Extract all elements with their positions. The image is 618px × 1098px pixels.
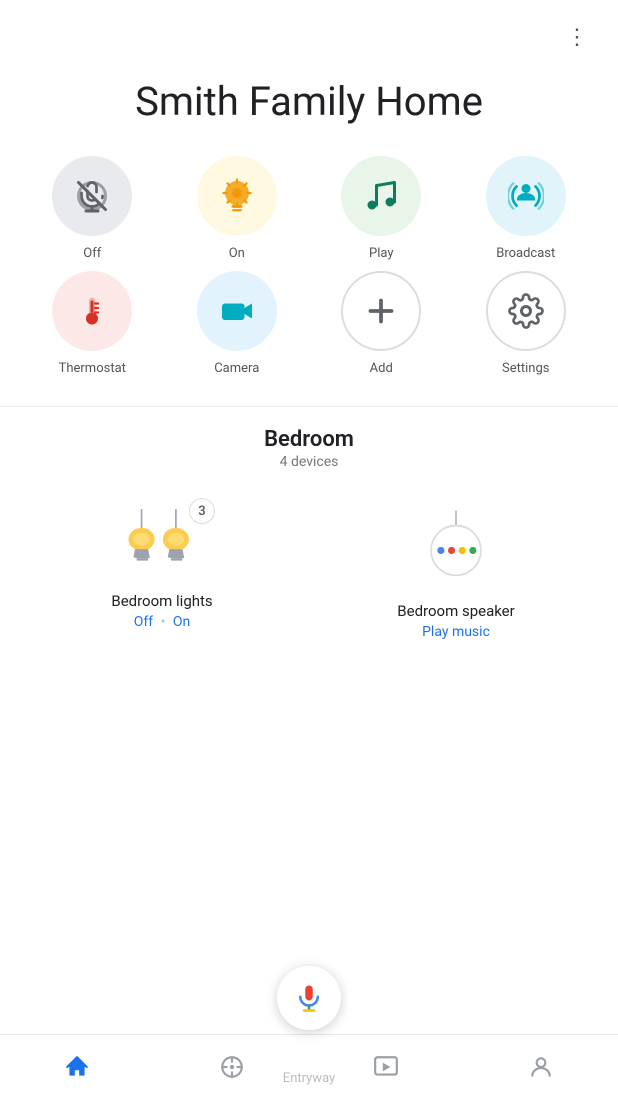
action-off-label: Off (83, 246, 101, 261)
speaker-play-music: Play music (422, 624, 490, 640)
action-off[interactable]: Off (20, 156, 165, 261)
action-circle-off (52, 156, 132, 236)
action-add[interactable]: Add (309, 271, 454, 376)
section-divider (0, 406, 618, 407)
device-card-bedroom-lights[interactable]: 3 Bedroom lights Off • On (20, 486, 304, 656)
status-dot: • (161, 614, 166, 630)
action-camera[interactable]: Camera (165, 271, 310, 376)
action-play-label: Play (369, 246, 394, 261)
bedroom-speaker-icon (416, 506, 496, 586)
thermostat-icon (74, 293, 110, 329)
bottom-nav (0, 1034, 618, 1098)
play-icon (363, 178, 399, 214)
off-icon (74, 178, 110, 214)
action-play[interactable]: Play (309, 156, 454, 261)
speaker-icon-wrap (416, 506, 496, 590)
media-nav-icon (373, 1054, 399, 1080)
more-options-button[interactable]: ⋮ (558, 16, 598, 58)
home-title: Smith Family Home (0, 58, 618, 156)
room-name: Bedroom (0, 427, 618, 452)
action-on-label: On (229, 246, 245, 261)
device-cards: 3 Bedroom lights Off • On Bedroom spe (0, 486, 618, 736)
action-circle-play (341, 156, 421, 236)
nav-home[interactable] (44, 1046, 110, 1088)
settings-icon (508, 293, 544, 329)
action-broadcast-label: Broadcast (496, 246, 555, 261)
lights-status-off: Off (134, 614, 153, 630)
broadcast-icon (508, 178, 544, 214)
quick-actions-grid: Off On (0, 156, 618, 396)
nav-account[interactable] (508, 1046, 574, 1088)
camera-icon (219, 293, 255, 329)
lights-status: Off • On (134, 614, 190, 630)
action-settings[interactable]: Settings (454, 271, 599, 376)
speaker-name: Bedroom speaker (397, 602, 514, 620)
room-device-count: 4 devices (0, 454, 618, 470)
voice-button-wrap (277, 966, 341, 1030)
action-circle-broadcast (486, 156, 566, 236)
action-on[interactable]: On (165, 156, 310, 261)
action-circle-on (197, 156, 277, 236)
device-card-bedroom-speaker[interactable]: Bedroom speaker Play music (314, 486, 598, 656)
nav-explore[interactable] (199, 1046, 265, 1088)
action-thermostat-label: Thermostat (59, 361, 126, 376)
home-nav-icon (64, 1054, 90, 1080)
action-thermostat[interactable]: Thermostat (20, 271, 165, 376)
action-settings-label: Settings (502, 361, 549, 376)
action-circle-settings (486, 271, 566, 351)
mic-icon (294, 983, 324, 1013)
voice-button[interactable] (277, 966, 341, 1030)
lights-status-on: On (173, 614, 190, 630)
account-nav-icon (528, 1054, 554, 1080)
header: ⋮ (0, 0, 618, 58)
add-icon (363, 293, 399, 329)
lights-name: Bedroom lights (111, 592, 212, 610)
action-broadcast[interactable]: Broadcast (454, 156, 599, 261)
action-add-label: Add (370, 361, 393, 376)
action-circle-camera (197, 271, 277, 351)
lights-badge: 3 (189, 498, 215, 524)
lights-icon-wrap: 3 (117, 506, 207, 580)
action-camera-label: Camera (214, 361, 259, 376)
explore-nav-icon (219, 1054, 245, 1080)
action-circle-thermostat (52, 271, 132, 351)
on-icon (219, 178, 255, 214)
room-header: Bedroom 4 devices (0, 427, 618, 470)
speaker-action: Play music (422, 624, 490, 640)
nav-media[interactable] (353, 1046, 419, 1088)
action-circle-add (341, 271, 421, 351)
